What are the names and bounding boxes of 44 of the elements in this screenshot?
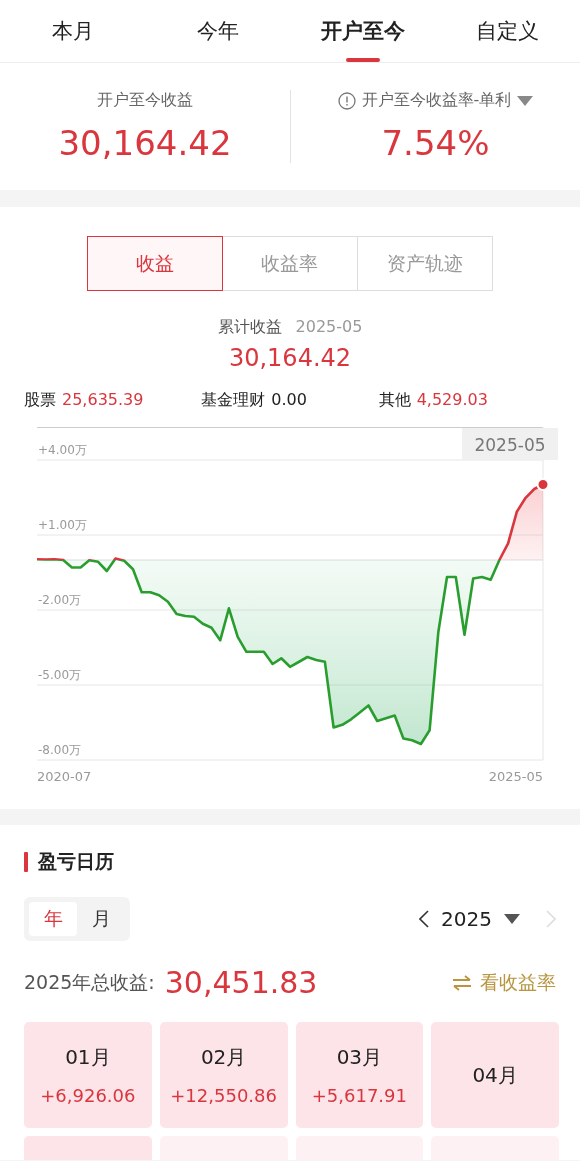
end-point-marker: [536, 478, 550, 491]
mode-tab[interactable]: 年: [29, 902, 77, 936]
info-icon[interactable]: [337, 91, 356, 110]
profit-label: 开户至今收益: [97, 90, 193, 111]
month-cell[interactable]: 03月 +5,617.91: [295, 1022, 424, 1128]
category-value: 25,635.39: [62, 390, 144, 411]
period-tab[interactable]: 本月: [0, 0, 145, 62]
previous-icon[interactable]: [419, 910, 430, 928]
rate-value: 7.54%: [381, 123, 490, 163]
section-title-text: 盈亏日历: [38, 849, 114, 874]
category-label: 其他: [378, 390, 411, 411]
y-tick-label: -8.00万: [38, 743, 82, 757]
profit-value: 30,164.42: [58, 123, 232, 163]
cumulative-label: 累计收益: [217, 317, 282, 338]
month-cell[interactable]: 02月 +12,550.86: [159, 1022, 288, 1128]
year-selector[interactable]: 2025: [441, 907, 492, 931]
mode-tab[interactable]: 月: [77, 902, 125, 936]
cumulative-date: 2025-05: [295, 317, 363, 338]
category-value: 4,529.03: [416, 390, 488, 411]
swap-icon[interactable]: [452, 974, 472, 991]
period-tab[interactable]: 开户至今: [290, 0, 435, 62]
date-tooltip: 2025-05: [462, 428, 558, 460]
category-label: 基金理财: [201, 390, 266, 411]
month-cell[interactable]: 04月: [431, 1022, 559, 1128]
total-value: 30,451.83: [164, 965, 319, 1000]
dropdown-icon[interactable]: [504, 914, 520, 924]
category-label: 股票: [24, 390, 56, 411]
y-tick-label: -5.00万: [38, 668, 82, 682]
cumulative-value: 30,164.42: [228, 344, 352, 372]
x-axis-label: 2025-05: [488, 769, 543, 784]
period-tab[interactable]: 今年: [145, 0, 290, 62]
y-tick-label: +4.00万: [38, 443, 87, 457]
y-tick-label: +1.00万: [38, 518, 87, 532]
view-tab[interactable]: 收益: [86, 236, 223, 291]
month-cell[interactable]: 01月 +6,926.06: [24, 1022, 152, 1128]
section-marker: [24, 852, 28, 872]
month-cell[interactable]: [24, 1136, 152, 1160]
y-tick-label: -2.00万: [38, 593, 82, 607]
category-value: 0.00: [271, 390, 307, 411]
total-label: 2025年总收益:: [24, 969, 155, 995]
x-axis-label: 2020-07: [37, 769, 92, 784]
period-tab[interactable]: 自定义: [435, 0, 580, 62]
rate-label[interactable]: 开户至今收益率-单利: [361, 90, 512, 111]
dropdown-icon[interactable]: [517, 95, 534, 106]
